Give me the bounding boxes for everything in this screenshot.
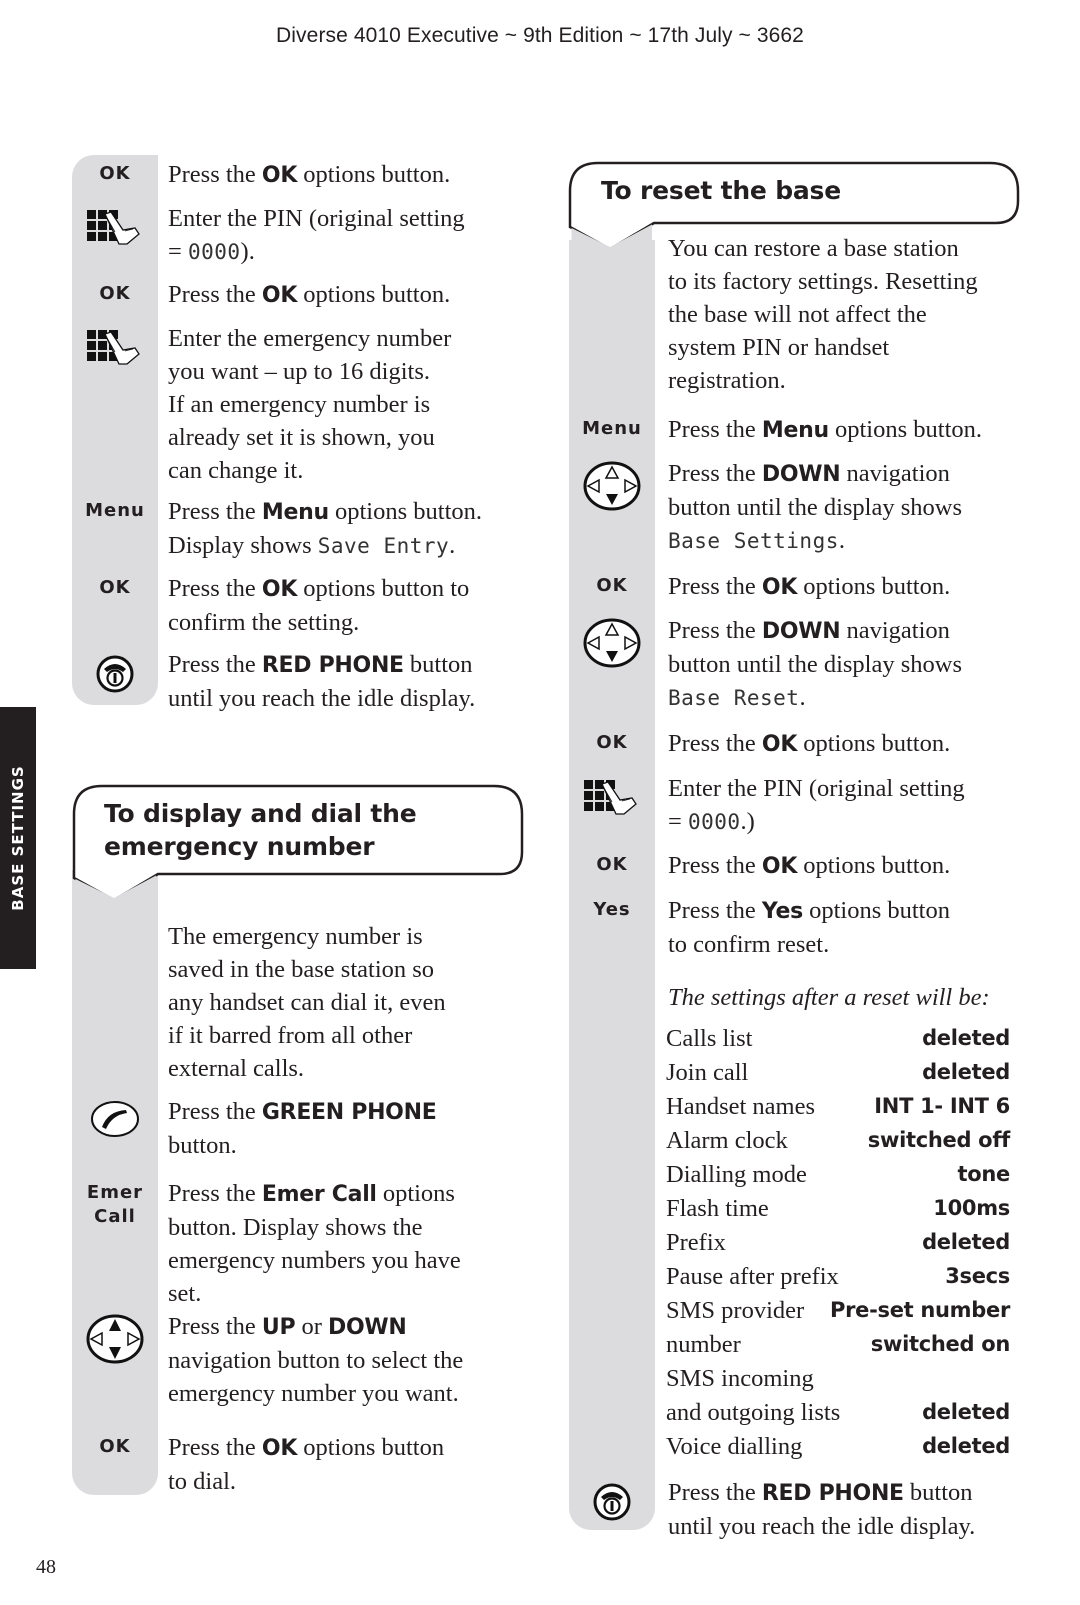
heading-line: emergency number bbox=[104, 832, 375, 861]
heading-line: To reset the base bbox=[601, 176, 841, 205]
setting-value: deleted bbox=[922, 1434, 1010, 1458]
setting-value: deleted bbox=[922, 1230, 1010, 1254]
step-text: Press the GREEN PHONE button. bbox=[168, 1098, 437, 1159]
step-text: Press the DOWN navigation button until t… bbox=[668, 460, 962, 554]
step-text: Press the OK options button to confirm t… bbox=[168, 575, 470, 636]
heading-line: To display and dial the bbox=[104, 799, 417, 828]
yes-key-icon: Yes bbox=[593, 899, 631, 920]
step-text: Press the UP or DOWN navigation button t… bbox=[168, 1313, 464, 1407]
ok-key-icon: OK bbox=[596, 732, 628, 753]
setting-label: Flash time bbox=[666, 1195, 769, 1222]
settings-row: and outgoing lists deleted bbox=[666, 1396, 1010, 1429]
step-text: Press the Menu options button. Display s… bbox=[168, 498, 483, 559]
settings-row: Pause after prefix 3secs bbox=[666, 1260, 1010, 1293]
setting-label: Voice dialling bbox=[666, 1433, 803, 1460]
ok-key-icon: OK bbox=[99, 163, 131, 184]
lcd-text: Save Entry bbox=[317, 534, 450, 558]
lcd-text: 0000 bbox=[687, 810, 741, 834]
keypad-icon bbox=[72, 330, 158, 366]
settings-row: Join call deleted bbox=[666, 1056, 1010, 1089]
setting-label: Prefix bbox=[666, 1229, 726, 1256]
lcd-text: 0000 bbox=[187, 240, 241, 264]
keypad-icon bbox=[569, 780, 655, 816]
setting-value: deleted bbox=[922, 1400, 1010, 1424]
step-text: Press the OK options button. bbox=[168, 281, 451, 308]
setting-label: Join call bbox=[666, 1059, 749, 1086]
step-text: Press the Menu options button. bbox=[668, 416, 983, 443]
settings-row: number switched on bbox=[666, 1328, 1010, 1361]
setting-value: deleted bbox=[922, 1060, 1010, 1084]
setting-value: INT 1- INT 6 bbox=[874, 1094, 1010, 1118]
settings-row: Alarm clock switched off bbox=[666, 1124, 1010, 1157]
emer-call-key-icon: Emer Call bbox=[86, 1182, 144, 1227]
step-text: Press the OK options button to dial. bbox=[168, 1434, 445, 1495]
setting-value: 3secs bbox=[945, 1264, 1010, 1288]
step-text: Press the OK options button. bbox=[668, 573, 951, 600]
step-text: Press the DOWN navigation button until t… bbox=[668, 617, 962, 711]
setting-value: Pre-set number bbox=[829, 1298, 1010, 1322]
lcd-text: Base Settings bbox=[668, 529, 839, 553]
setting-label: Pause after prefix bbox=[666, 1263, 839, 1290]
menu-key-icon: Menu bbox=[582, 418, 642, 439]
red-phone-icon bbox=[569, 1482, 655, 1522]
intro-text: You can restore a base station to its fa… bbox=[668, 235, 978, 394]
setting-label: Calls list bbox=[666, 1025, 753, 1052]
settings-row: SMS provider Pre-set number bbox=[666, 1294, 1010, 1327]
step-text: Press the Yes options button to confirm … bbox=[668, 897, 950, 958]
intro-text: The emergency number is saved in the bas… bbox=[168, 923, 446, 1082]
nav-up-down-icon bbox=[72, 1314, 158, 1364]
running-header: Diverse 4010 Executive ~ 9th Edition ~ 1… bbox=[276, 24, 804, 47]
step-text: Press the OK options button. bbox=[668, 852, 951, 879]
setting-label: and outgoing lists bbox=[666, 1399, 841, 1426]
page-number: 48 bbox=[36, 1556, 56, 1578]
ok-key-icon: OK bbox=[596, 575, 628, 596]
setting-label: Dialling mode bbox=[666, 1161, 807, 1188]
step-text: Press the Emer Call options button. Disp… bbox=[168, 1180, 461, 1307]
settings-row: Calls list deleted bbox=[666, 1022, 1010, 1055]
step-text: Press the RED PHONE button until you rea… bbox=[668, 1479, 976, 1540]
ok-key-icon: OK bbox=[99, 283, 131, 304]
section-heading-display-emergency: To display and dial the emergency number bbox=[72, 784, 524, 904]
settings-row: Prefix deleted bbox=[666, 1226, 1010, 1259]
setting-label: number bbox=[666, 1331, 741, 1358]
settings-row: Dialling mode tone bbox=[666, 1158, 1010, 1191]
ok-key-icon: OK bbox=[596, 854, 628, 875]
ok-key-icon: OK bbox=[99, 1436, 131, 1457]
green-phone-icon bbox=[72, 1099, 158, 1139]
setting-value: tone bbox=[957, 1162, 1011, 1186]
setting-label: Alarm clock bbox=[666, 1127, 788, 1154]
settings-row: SMS incoming bbox=[666, 1362, 1010, 1395]
setting-label: SMS incoming bbox=[666, 1365, 814, 1392]
ok-key-icon: OK bbox=[99, 577, 131, 598]
settings-row: Handset names INT 1- INT 6 bbox=[666, 1090, 1010, 1123]
setting-value: 100ms bbox=[933, 1196, 1010, 1220]
settings-row: Voice dialling deleted bbox=[666, 1430, 1010, 1463]
red-phone-icon bbox=[72, 654, 158, 694]
step-text: Enter the PIN (original setting = 0000.) bbox=[668, 775, 965, 835]
step-text: Press the OK options button. bbox=[668, 730, 951, 757]
step-text: Press the RED PHONE button until you rea… bbox=[168, 651, 476, 712]
step-text: Press the OK options button. bbox=[168, 161, 451, 188]
keypad-icon bbox=[72, 210, 158, 246]
step-text: Enter the PIN (original setting = 0000). bbox=[168, 205, 465, 265]
side-tab-label: BASE SETTINGS bbox=[9, 765, 27, 911]
section-side-tab: BASE SETTINGS bbox=[0, 707, 36, 969]
step-text: Enter the emergency number you want – up… bbox=[168, 325, 452, 484]
setting-value: deleted bbox=[922, 1026, 1010, 1050]
setting-label: Handset names bbox=[666, 1093, 815, 1120]
setting-value: switched on bbox=[870, 1332, 1011, 1356]
settings-row: Flash time 100ms bbox=[666, 1192, 1010, 1225]
nav-down-icon bbox=[569, 618, 655, 668]
nav-down-icon bbox=[569, 461, 655, 511]
setting-label: SMS provider bbox=[666, 1297, 805, 1324]
menu-key-icon: Menu bbox=[85, 500, 145, 521]
setting-value: switched off bbox=[867, 1128, 1011, 1152]
lcd-text: Base Reset bbox=[668, 686, 800, 710]
